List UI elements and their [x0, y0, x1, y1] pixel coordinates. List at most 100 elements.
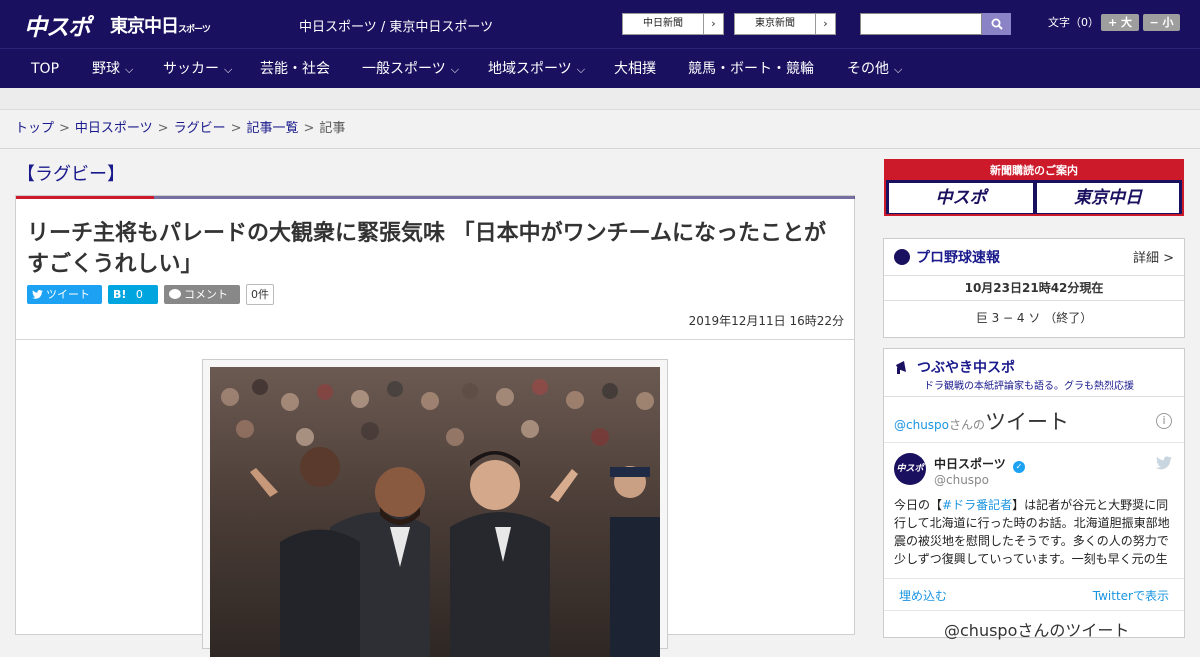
- nav-label: 大相撲: [614, 61, 656, 77]
- tweets-subtitle: ドラ観戦の本紙評論家も語る。グラも熱烈応援: [924, 381, 1134, 392]
- scores-detail-link[interactable]: 詳細 >: [1133, 247, 1174, 266]
- chunichi-shimbun-label: 中日新聞: [643, 18, 683, 29]
- search-button[interactable]: [982, 13, 1011, 35]
- nav-soccer[interactable]: サッカー ⌵: [163, 49, 232, 89]
- nav-label: 競馬・ボート・競輪: [688, 61, 814, 77]
- comment-label: コメント: [184, 288, 228, 301]
- tokyo-shimbun-button[interactable]: 東京新聞 ›: [734, 13, 836, 35]
- timeline-handle: @chuspo: [894, 418, 950, 432]
- nav-general-sports[interactable]: 一般スポーツ ⌵: [362, 49, 459, 89]
- font-smaller-button[interactable]: − 小: [1143, 14, 1180, 31]
- subscribe-tokyo-logo[interactable]: 東京中日: [1037, 183, 1179, 213]
- divider: [884, 610, 1184, 611]
- tweet-user-handle[interactable]: @chuspo: [934, 473, 989, 487]
- breadcrumb-chunichi-sports[interactable]: 中日スポーツ: [75, 121, 153, 136]
- photo-rugby-parade: [210, 367, 660, 657]
- divider: [884, 442, 1184, 443]
- article-date: 2019年12月11日 16時22分: [688, 314, 844, 328]
- tokyo-logo-small: スポーツ: [178, 25, 211, 35]
- chevron-down-icon: ⌵: [224, 63, 233, 76]
- subscribe-chuspo-logo[interactable]: 中スポ: [889, 183, 1033, 213]
- divider: [884, 578, 1184, 579]
- tweet-user-name[interactable]: 中日スポーツ ✓: [934, 455, 1025, 473]
- divider: [884, 275, 1184, 276]
- nav-label: TOP: [31, 61, 60, 77]
- timeline-header[interactable]: @chuspoさんのツイート: [894, 406, 1069, 436]
- nav-sumo[interactable]: 大相撲: [614, 49, 656, 89]
- chevron-right-icon: ›: [815, 14, 835, 34]
- timeline-tweet-word: ツイート: [985, 410, 1070, 434]
- chevron-down-icon: ⌵: [125, 63, 134, 76]
- nav-label: サッカー: [163, 61, 219, 77]
- twitter-bird-icon: [32, 290, 43, 299]
- tweets-title: つぶやき中スポ: [894, 357, 1015, 377]
- nav-label: 一般スポーツ: [362, 61, 446, 77]
- scores-title: プロ野球速報: [894, 247, 1000, 267]
- tokyo-chunichi-logo[interactable]: 東京中日スポーツ: [110, 12, 211, 38]
- tweet-hashtag[interactable]: #ドラ番記者: [942, 498, 1012, 512]
- chevron-down-icon: ⌵: [576, 63, 586, 76]
- scores-title-text: プロ野球速報: [916, 250, 1000, 266]
- comment-button[interactable]: コメント: [164, 285, 240, 304]
- chevron-down-icon: ⌵: [894, 63, 903, 76]
- baseball-scores-widget: プロ野球速報 詳細 > 10月23日21時42分現在 巨 3 − 4 ソ （終了…: [883, 238, 1185, 338]
- breadcrumb-article-list[interactable]: 記事一覧: [247, 121, 299, 136]
- embed-link[interactable]: 埋め込む: [899, 587, 947, 604]
- breadcrumb-separator: >: [230, 121, 242, 136]
- article-card: リーチ主将もパレードの大観衆に緊張気味 「日本中がワンチームになったことがすごく…: [15, 195, 855, 657]
- hatena-icon: B!: [113, 288, 127, 301]
- accent-line: [154, 196, 855, 199]
- breadcrumb-rugby[interactable]: ラグビー: [174, 121, 226, 136]
- avatar[interactable]: 中スポ: [894, 453, 926, 485]
- chevron-right-icon: ›: [703, 14, 723, 34]
- twitter-widget: つぶやき中スポ ドラ観戦の本紙評論家も語る。グラも熱烈応援 @chuspoさんの…: [883, 348, 1185, 641]
- nav-baseball[interactable]: 野球 ⌵: [92, 49, 133, 89]
- view-on-twitter-link[interactable]: Twitterで表示: [1093, 587, 1169, 604]
- top-header: 中スポ 東京中日スポーツ 中日スポーツ / 東京中日スポーツ 中日新聞 › 東京…: [0, 0, 1200, 48]
- chunichi-shimbun-button[interactable]: 中日新聞 ›: [622, 13, 724, 35]
- twitter-bird-icon[interactable]: [1156, 455, 1172, 474]
- search-input[interactable]: [860, 13, 982, 35]
- speech-bubble-icon: [169, 289, 181, 299]
- font-larger-button[interactable]: + 大: [1101, 14, 1139, 31]
- tweet-text: 今日の【#ドラ番記者】は記者が谷元と大野奨に同行して北海道に行った時のお話。北海…: [894, 496, 1176, 570]
- accent-line: [16, 196, 154, 199]
- info-icon[interactable]: i: [1156, 413, 1172, 429]
- subscription-banner[interactable]: 新聞購読のご案内 中スポ 東京中日: [884, 159, 1184, 216]
- tweets-title-text: つぶやき中スポ: [917, 360, 1015, 376]
- article-photo-frame: [202, 359, 668, 657]
- nav-label: 芸能・社会: [260, 61, 330, 77]
- nav-top[interactable]: TOP: [31, 49, 59, 89]
- font-size-label: 文字（0）: [1048, 16, 1099, 29]
- game-result[interactable]: 巨 3 − 4 ソ （終了）: [884, 309, 1184, 326]
- scores-timestamp: 10月23日21時42分現在: [964, 281, 1104, 295]
- hatena-count: 0: [135, 288, 143, 301]
- nav-other[interactable]: その他 ⌵: [847, 49, 902, 89]
- nav-label: 野球: [92, 61, 120, 77]
- subscription-title: 新聞購読のご案内: [886, 161, 1182, 180]
- article-category: 【ラグビー】: [17, 164, 125, 185]
- chuspo-logo[interactable]: 中スポ: [24, 8, 91, 42]
- divider: [16, 339, 854, 340]
- breadcrumb-separator: >: [157, 121, 169, 136]
- tweet-button[interactable]: ツイート: [27, 285, 102, 304]
- breadcrumb-current: 記事: [319, 121, 346, 136]
- nav-racing[interactable]: 競馬・ボート・競輪: [688, 49, 814, 89]
- timeline-handle-suffix: さんの: [949, 418, 986, 432]
- hatena-bookmark-button[interactable]: B! 0: [108, 285, 158, 304]
- breadcrumb: トップ > 中日スポーツ > ラグビー > 記事一覧 > 記事: [0, 110, 1200, 149]
- timeline-footer[interactable]: @chuspoさんのツイート: [944, 617, 1129, 641]
- nav-label: その他: [847, 61, 889, 77]
- verified-icon: ✓: [1012, 461, 1025, 473]
- nav-local-sports[interactable]: 地域スポーツ ⌵: [488, 49, 585, 89]
- tokyo-shimbun-label: 東京新聞: [755, 18, 795, 29]
- comment-count: 0件: [246, 284, 274, 305]
- nav-entertainment[interactable]: 芸能・社会: [260, 49, 330, 89]
- chevron-down-icon: ⌵: [450, 63, 460, 76]
- breadcrumb-top[interactable]: トップ: [15, 121, 54, 136]
- divider: [884, 300, 1184, 301]
- search-icon: [991, 18, 1003, 30]
- user-name-text: 中日スポーツ: [934, 457, 1006, 471]
- tweet-text-before: 今日の【: [894, 498, 943, 512]
- article-photo[interactable]: [210, 367, 660, 657]
